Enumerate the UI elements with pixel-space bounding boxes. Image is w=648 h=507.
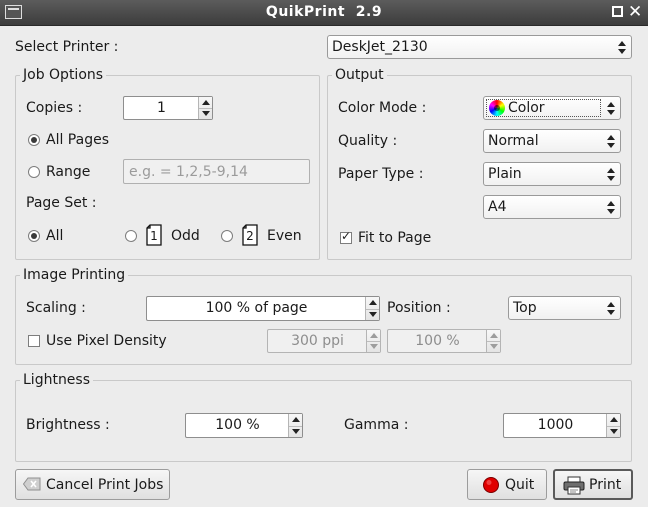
copies-spinbox[interactable]: 1	[123, 96, 213, 120]
page-set-odd-radio[interactable]	[125, 230, 137, 242]
copies-value: 1	[157, 100, 166, 116]
job-options-title: Job Options	[20, 67, 107, 83]
color-mode-label: Color Mode :	[338, 100, 427, 116]
image-printing-title: Image Printing	[20, 267, 129, 283]
paper-type-value: Plain	[488, 166, 522, 182]
density-percent-value: 100 %	[415, 333, 460, 349]
ppi-value: 300 ppi	[291, 333, 344, 349]
brightness-stepper-buttons[interactable]	[288, 414, 302, 437]
scaling-spinbox[interactable]: 100 % of page	[146, 296, 380, 321]
backspace-icon	[22, 477, 41, 491]
chevron-updown-icon	[607, 166, 615, 182]
gamma-label: Gamma :	[344, 417, 409, 433]
scaling-stepper-buttons[interactable]	[365, 297, 379, 320]
position-select[interactable]: Top	[508, 296, 621, 320]
printer-select[interactable]: DeskJet_2130	[327, 35, 632, 59]
paper-size-value: A4	[488, 199, 507, 215]
lightness-title: Lightness	[20, 372, 94, 388]
paper-type-label: Paper Type :	[338, 166, 424, 182]
fit-to-page-checkbox[interactable]	[340, 229, 352, 244]
range-label: Range	[46, 164, 91, 180]
page-set-odd-label: Odd	[171, 228, 200, 244]
cancel-print-jobs-label: Cancel Print Jobs	[46, 477, 164, 493]
window-title: QuikPrint 2.9	[265, 4, 383, 20]
page-set-all-radio[interactable]	[28, 230, 40, 242]
gamma-value: 1000	[537, 417, 574, 433]
position-label: Position :	[387, 300, 451, 316]
page-set-even-radio[interactable]	[221, 230, 233, 242]
all-pages-label: All Pages	[46, 132, 109, 148]
print-button[interactable]: Print	[553, 469, 633, 500]
chevron-updown-icon	[607, 100, 615, 116]
use-pixel-density-label: Use Pixel Density	[46, 333, 167, 349]
quality-value: Normal	[488, 133, 539, 149]
quit-button[interactable]: Quit	[467, 469, 547, 500]
color-wheel-icon	[489, 100, 505, 116]
page-1-icon: 1	[146, 224, 162, 246]
scaling-label: Scaling :	[26, 300, 86, 316]
maximize-icon[interactable]	[612, 6, 623, 17]
copies-label: Copies :	[26, 100, 83, 116]
position-value: Top	[513, 300, 537, 316]
chevron-updown-icon	[607, 133, 615, 149]
print-label: Print	[589, 477, 622, 493]
page-1-number: 1	[150, 229, 158, 243]
page-set-even-label: Even	[267, 228, 302, 244]
range-input[interactable]: e.g. = 1,2,5-9,14	[123, 159, 310, 184]
chevron-updown-icon	[607, 300, 615, 316]
gamma-spinbox[interactable]: 1000	[503, 413, 621, 438]
page-set-label: Page Set :	[26, 195, 97, 211]
color-mode-select[interactable]: Color	[483, 96, 621, 120]
printer-icon	[563, 476, 585, 495]
quality-label: Quality :	[338, 133, 398, 149]
use-pixel-density-checkbox[interactable]	[28, 335, 40, 347]
brightness-label: Brightness :	[26, 417, 110, 433]
red-stop-icon	[483, 477, 499, 493]
brightness-spinbox[interactable]: 100 %	[185, 413, 303, 438]
page-2-number: 2	[246, 229, 254, 243]
ppi-stepper-buttons[interactable]	[366, 330, 380, 352]
density-percent-spinbox[interactable]: 100 %	[387, 329, 501, 353]
range-radio[interactable]	[28, 166, 40, 178]
output-title: Output	[332, 67, 387, 83]
close-icon[interactable]: ✕	[628, 2, 642, 22]
chevron-updown-icon	[618, 39, 626, 55]
quality-select[interactable]: Normal	[483, 129, 621, 153]
fit-to-page-label: Fit to Page	[358, 230, 432, 246]
chevron-updown-icon	[607, 199, 615, 215]
ppi-spinbox[interactable]: 300 ppi	[267, 329, 381, 353]
paper-size-select[interactable]: A4	[483, 195, 621, 219]
quit-label: Quit	[505, 477, 535, 493]
gamma-stepper-buttons[interactable]	[606, 414, 620, 437]
copies-stepper-buttons[interactable]	[198, 97, 212, 119]
select-printer-label: Select Printer :	[15, 39, 119, 55]
density-percent-stepper-buttons[interactable]	[486, 330, 500, 352]
paper-type-select[interactable]: Plain	[483, 162, 621, 186]
color-mode-value: Color	[508, 100, 545, 116]
printer-select-value: DeskJet_2130	[332, 39, 428, 55]
page-set-all-label: All	[46, 228, 64, 244]
brightness-value: 100 %	[215, 417, 260, 433]
cancel-print-jobs-button[interactable]: Cancel Print Jobs	[15, 469, 170, 500]
all-pages-radio[interactable]	[28, 134, 40, 146]
page-2-icon: 2	[242, 224, 258, 246]
scaling-value: 100 % of page	[205, 300, 308, 316]
